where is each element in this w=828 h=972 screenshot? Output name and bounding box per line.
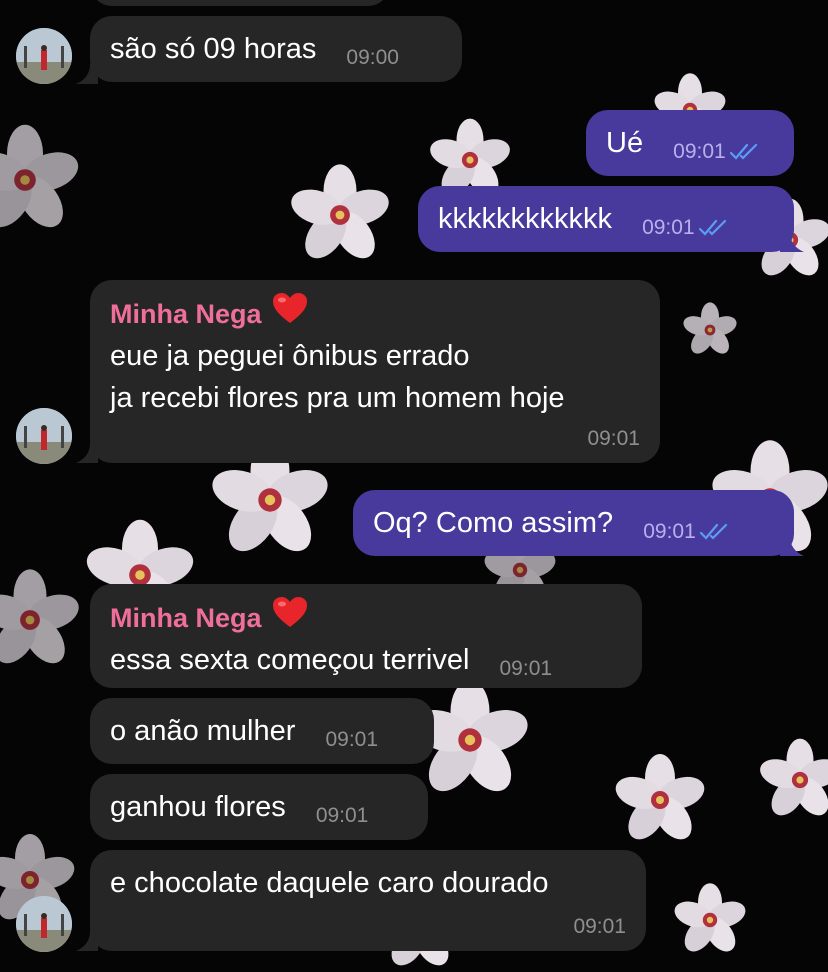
message-bubble[interactable]: são só 09 horas 09:00 (90, 16, 462, 82)
message-time: 09:01 (499, 657, 553, 680)
double-check-icon (729, 143, 760, 161)
message-time: 09:01 (587, 427, 640, 450)
message-time: 09:01 (642, 216, 695, 239)
message-text: o anão mulher (110, 715, 296, 747)
avatar-photo-icon (16, 408, 72, 464)
contact-avatar[interactable] (16, 896, 72, 952)
message-bubble-outgoing[interactable]: Ué 09:01 (586, 110, 794, 176)
avatar-photo-icon (16, 28, 72, 84)
double-check-icon (699, 523, 730, 541)
message-bubble-outgoing[interactable]: kkkkkkkkkkkk 09:01 (418, 186, 794, 252)
message-text: essa sexta começou terrivel (110, 644, 470, 676)
message-text-line: ja recebi flores pra um homem hoje (110, 382, 565, 414)
message-bubble[interactable]: ganhou flores 09:01 (90, 774, 428, 840)
message-bubble[interactable]: Minha Nega eue ja peguei ônibus errado j… (90, 280, 660, 463)
message-meta: 09:01 (642, 207, 729, 249)
message-text-line: eue ja peguei ônibus errado (110, 340, 470, 372)
message-time: 09:01 (643, 520, 696, 543)
avatar-photo-icon (16, 896, 72, 952)
message-text: são só 09 horas (110, 33, 317, 65)
message-meta: 09:01 (643, 511, 730, 553)
message-time: 09:01 (315, 804, 369, 827)
sender-name[interactable]: Minha Nega (110, 596, 622, 639)
heart-icon (272, 596, 308, 639)
contact-avatar[interactable] (16, 28, 72, 84)
double-check-icon (698, 219, 729, 237)
message-bubble[interactable]: o anão mulher 09:01 (90, 698, 434, 764)
message-text: Ué (606, 127, 644, 159)
message-time: 09:01 (673, 140, 726, 163)
message-meta: 09:01 (673, 131, 760, 173)
contact-avatar[interactable] (16, 408, 72, 464)
heart-icon (272, 292, 308, 335)
message-list[interactable]: são só 09 horas 09:00 Ué 09:01 kkkkkkkkk… (0, 0, 828, 972)
message-text: e chocolate daquele caro dourado (110, 867, 549, 899)
sender-name-label: Minha Nega (110, 298, 262, 329)
message-text: ganhou flores (110, 791, 286, 823)
message-time: 09:01 (325, 728, 379, 751)
message-bubble[interactable]: e chocolate daquele caro dourado 09:01 (90, 850, 646, 951)
message-bubble-partial[interactable] (90, 0, 390, 6)
message-bubble-outgoing[interactable]: Oq? Como assim? 09:01 (353, 490, 794, 556)
sender-name-label: Minha Nega (110, 602, 262, 633)
message-time: 09:00 (346, 46, 399, 69)
message-bubble[interactable]: Minha Nega essa sexta começou terrivel 0… (90, 584, 642, 688)
message-time: 09:01 (573, 915, 626, 938)
sender-name[interactable]: Minha Nega (110, 292, 640, 335)
message-text: Oq? Como assim? (373, 507, 614, 539)
message-text: kkkkkkkkkkkk (438, 203, 612, 235)
